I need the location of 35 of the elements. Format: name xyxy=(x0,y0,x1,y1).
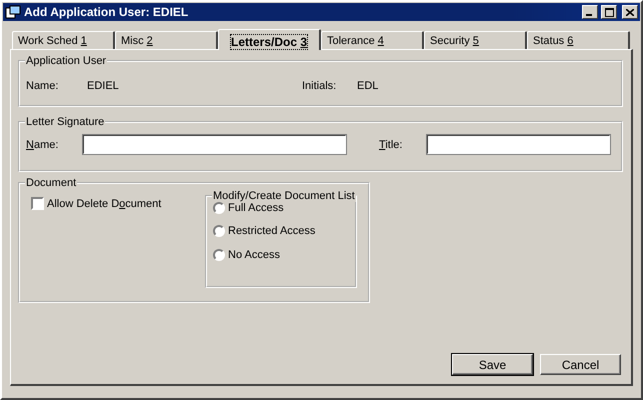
group-label: Modify/Create Document List xyxy=(212,190,356,202)
group-label: Document xyxy=(25,177,78,189)
title-input[interactable] xyxy=(426,134,611,155)
name-input[interactable] xyxy=(82,134,347,155)
window-title: Add Application User: EDIEL xyxy=(24,5,190,19)
cancel-button[interactable]: Cancel xyxy=(540,354,621,375)
field-value: EDIEL xyxy=(87,80,120,92)
radio-button[interactable] xyxy=(213,249,225,261)
app-icon xyxy=(5,5,21,19)
maximize-icon xyxy=(604,8,614,16)
checkbox-label[interactable]: Allow Delete Document xyxy=(47,198,162,210)
checkbox[interactable] xyxy=(31,197,44,210)
field-label: Name: xyxy=(26,138,60,150)
tab[interactable]: Work Sched 1 xyxy=(12,31,115,49)
field-label: Title: xyxy=(379,138,404,150)
radio-label[interactable]: Full Access xyxy=(228,202,284,214)
radio-button[interactable] xyxy=(213,225,225,237)
tab[interactable]: Letters/Doc 3 xyxy=(218,29,321,50)
radio-label[interactable]: Restricted Access xyxy=(228,225,316,237)
field-value: EDL xyxy=(357,80,378,92)
group-label: Application User xyxy=(25,55,108,67)
field-label: Name: xyxy=(26,80,60,92)
group-label: Letter Signature xyxy=(25,116,106,128)
minimize-button[interactable] xyxy=(582,5,598,19)
tab[interactable]: Tolerance 4 xyxy=(321,31,424,49)
field-label: Initials: xyxy=(302,80,338,92)
maximize-button[interactable] xyxy=(601,5,617,19)
save-button[interactable]: Save xyxy=(452,354,533,375)
tab[interactable]: Misc 2 xyxy=(115,31,218,49)
radio-button[interactable] xyxy=(213,202,225,214)
tab[interactable]: Status 6 xyxy=(527,31,630,49)
close-icon xyxy=(626,8,634,16)
close-button[interactable] xyxy=(622,5,638,19)
radio-label[interactable]: No Access xyxy=(228,249,280,261)
tab[interactable]: Security 5 xyxy=(424,31,527,49)
